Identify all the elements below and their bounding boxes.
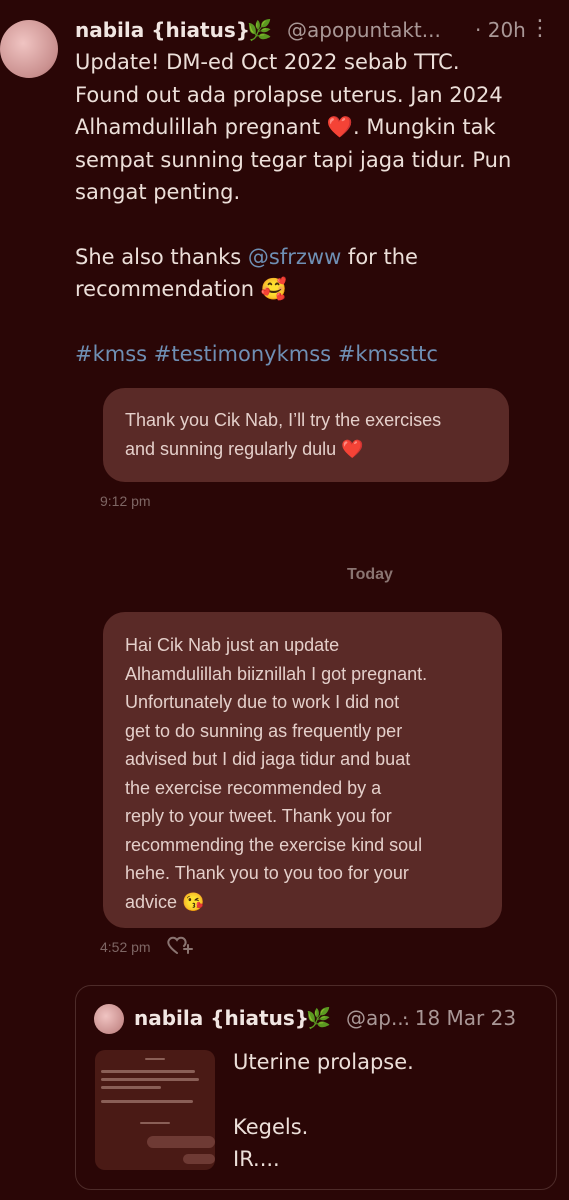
mention-link[interactable]: @sfrzww xyxy=(248,245,341,269)
chat-line: advice 😘 xyxy=(125,891,205,912)
tweet-line: Found out ada prolapse uterus. Jan 2024 xyxy=(75,82,503,107)
chat-line: advised but I did jaga tidur and buat xyxy=(125,749,411,769)
message-timestamp: 9:12 pm xyxy=(100,493,151,509)
chat-line: the exercise recommended by a xyxy=(125,777,382,798)
tweet-line: sangat penting. xyxy=(75,180,241,204)
quoted-tweet[interactable]: nabila {hiatus} 🌿 @ap... · 18 Mar 23 Ute… xyxy=(75,985,557,1190)
chat-bubble: Hai Cik Nab just an update Alhamdulillah… xyxy=(103,612,502,928)
chat-line: Alhamdulillah biiznillah I got pregnant. xyxy=(125,663,428,684)
author-name[interactable]: nabila {hiatus} xyxy=(75,18,250,42)
author-avatar[interactable] xyxy=(0,20,58,78)
tweet-text: Update! DM-ed Oct 2022 sebab TTC. Found … xyxy=(75,46,555,370)
chat-bubble: Thank you Cik Nab, I’ll try the exercise… xyxy=(103,388,509,482)
chat-line: get to do sunning as frequently per xyxy=(125,720,403,741)
chat-line: hehe. Thank you to you too for your xyxy=(125,863,409,883)
quoted-author-avatar xyxy=(94,1004,124,1034)
heart-emoji: ❤️ xyxy=(326,115,353,139)
quoted-author-name: nabila {hiatus} xyxy=(134,1006,309,1030)
date-divider: Today xyxy=(347,566,393,583)
chat-line: Unfortunately due to work I did not xyxy=(125,692,400,712)
chat-line: Thank you Cik Nab, I’ll try the exercise… xyxy=(125,410,442,430)
leaf-emoji: 🌿 xyxy=(306,1006,331,1030)
hashtag-line: #kmss #testimonykmss #kmssttc xyxy=(75,338,555,371)
tweet-line: She also thanks @sfrzww for the xyxy=(75,244,418,269)
quoted-time: · 18 Mar 23 xyxy=(402,1006,517,1030)
chat-line: recommending the exercise kind soul xyxy=(125,834,423,855)
leaf-emoji: 🌿 xyxy=(247,18,272,42)
quoted-author-handle: @ap... xyxy=(346,1006,411,1030)
tweet-time[interactable]: · 20h xyxy=(475,18,526,42)
quoted-text: Uterine prolapse. Kegels. IR.... xyxy=(233,1046,414,1176)
tweet-line: Update! DM-ed Oct 2022 sebab TTC. xyxy=(75,50,460,74)
quoted-line: Uterine prolapse. xyxy=(233,1050,414,1074)
add-reaction-icon[interactable] xyxy=(166,934,194,956)
hashtag-link[interactable]: #kmss xyxy=(75,342,147,366)
hashtag-link[interactable]: #testimonykmss xyxy=(154,342,331,366)
tweet-line: Alhamdulillah pregnant ❤️. Mungkin tak xyxy=(75,115,496,139)
quoted-line: Kegels. xyxy=(233,1114,309,1139)
quoted-line: IR.... xyxy=(233,1147,280,1171)
chat-line: and sunning regularly dulu ❤️ xyxy=(125,438,364,459)
quoted-image-thumbnail[interactable] xyxy=(95,1050,215,1170)
chat-line: Hai Cik Nab just an update xyxy=(125,635,340,655)
tweet-line: sempat sunning tegar tapi jaga tidur. Pu… xyxy=(75,147,512,172)
chat-line: reply to your tweet. Thank you for xyxy=(125,806,392,826)
more-options-icon[interactable]: ⋮ xyxy=(529,16,551,41)
message-timestamp: 4:52 pm xyxy=(100,939,151,955)
tweet-line: recommendation 🥰 xyxy=(75,277,287,301)
hashtag-link[interactable]: #kmssttc xyxy=(338,342,438,366)
author-handle[interactable]: @apopuntakt... xyxy=(287,18,441,42)
